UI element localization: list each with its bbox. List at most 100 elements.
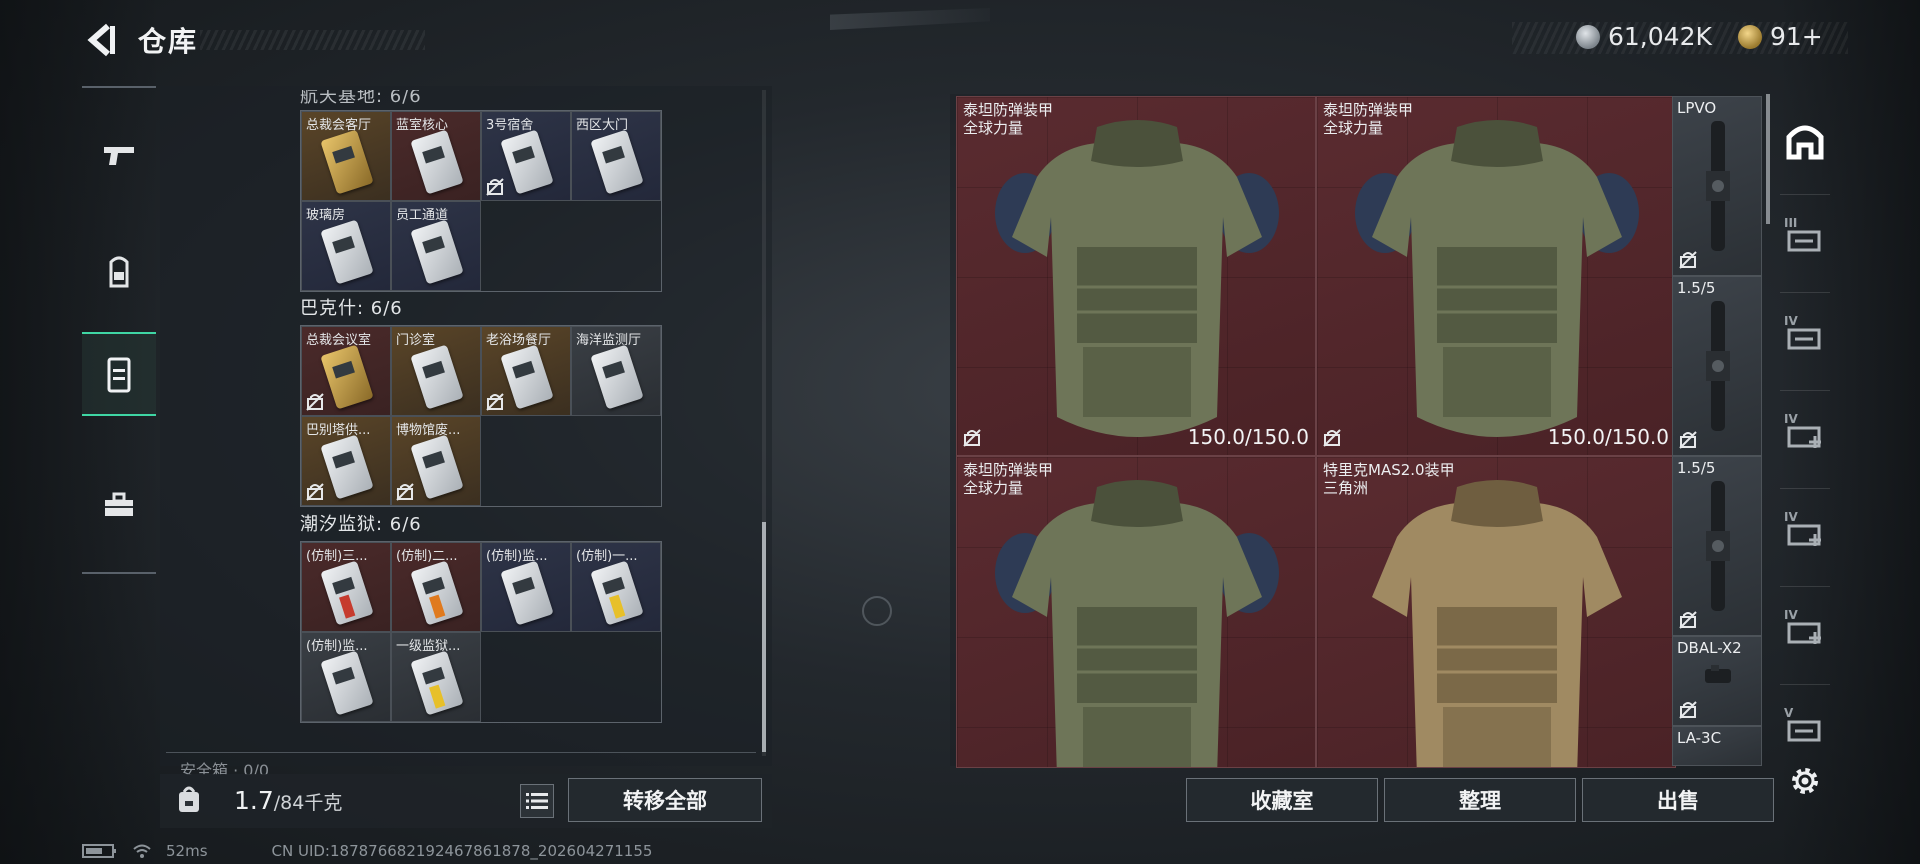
key-card-slot[interactable]: (仿制)监... [481, 542, 571, 632]
key-card-label: 3号宿舍 [486, 118, 534, 133]
silver-coin-icon [1576, 24, 1600, 49]
tab-toolbox[interactable] [82, 468, 156, 542]
key-card-label: 门诊室 [396, 333, 436, 348]
stash-page-tab[interactable]: IV [1778, 606, 1832, 660]
key-card-slot[interactable]: (仿制)监... [301, 632, 391, 722]
stash-home-tab[interactable] [1778, 116, 1832, 170]
armor-name-block: 泰坦防弹装甲 全球力量 [963, 461, 1053, 497]
armor-faction: 全球力量 [1323, 119, 1384, 137]
key-card-icon [320, 344, 374, 410]
key-card-label: 总裁会议室 [306, 333, 372, 348]
stash-page-tab[interactable]: IV [1778, 508, 1832, 562]
key-card-slot[interactable]: 员工通道 [391, 201, 481, 291]
armor-vest-icon [1347, 117, 1647, 451]
key-card-slot[interactable]: 西区大门 [571, 111, 661, 201]
key-card-label: 老浴场餐厅 [486, 333, 552, 348]
key-card-slot[interactable]: 总裁会议室 [301, 326, 391, 416]
armor-vest-icon [987, 477, 1287, 767]
back-button[interactable] [80, 18, 124, 62]
currency-silver[interactable]: 61,042K [1576, 22, 1712, 51]
key-card-slot[interactable]: 玻璃房 [301, 201, 391, 291]
currency-gold[interactable]: 91+ [1738, 22, 1823, 51]
key-card-label: 博物馆废... [396, 423, 461, 438]
settings-button[interactable] [1778, 754, 1832, 808]
key-card-slot[interactable]: 一级监狱... [391, 632, 481, 722]
key-card-icon [590, 560, 644, 626]
stash-page-tab[interactable]: III [1778, 214, 1832, 268]
attachment-item[interactable]: LA-3C [1672, 726, 1762, 766]
attachment-name: LPVO [1677, 99, 1717, 117]
key-card-slot[interactable]: 海洋监测厅 [571, 326, 661, 416]
no-insure-lock-icon [963, 429, 981, 447]
key-card-slot[interactable]: 门诊室 [391, 326, 481, 416]
key-card-icon [500, 344, 554, 410]
armor-name-block: 泰坦防弹装甲 全球力量 [963, 101, 1053, 137]
no-insure-lock-icon [1679, 431, 1697, 449]
armor-item[interactable]: 泰坦防弹装甲 全球力量 150.0/150.0 [956, 96, 1316, 456]
key-card-slot[interactable]: 老浴场餐厅 [481, 326, 571, 416]
key-card-icon [500, 129, 554, 195]
stash-page-tab[interactable]: V [1778, 704, 1832, 758]
key-card-slot[interactable]: (仿制)三... [301, 542, 391, 632]
weight-readout: 1.7/84千克 [234, 786, 342, 815]
pistol-icon [104, 147, 134, 165]
tab-weapons[interactable] [82, 118, 156, 192]
rail-divider [1780, 684, 1830, 685]
stash-scroll-thumb[interactable] [1766, 94, 1770, 224]
armor-item[interactable]: 特里克MAS2.0装甲 三角洲 [1316, 456, 1676, 768]
key-card-label: 总裁会客厅 [306, 118, 372, 133]
ping-readout: 52ms [166, 842, 208, 860]
sell-button[interactable]: 出售 [1582, 778, 1774, 822]
scope-icon [1703, 121, 1733, 255]
key-card-slot[interactable]: 博物馆废... [391, 416, 481, 506]
key-card-slot[interactable]: 巴别塔供... [301, 416, 391, 506]
scope-icon [1703, 481, 1733, 615]
attachment-item[interactable]: DBAL-X2 [1672, 636, 1762, 726]
armor-name-block: 特里克MAS2.0装甲 三角洲 [1323, 461, 1455, 497]
rail-divider [1780, 586, 1830, 587]
key-card-label: (仿制)一... [576, 549, 638, 564]
attachment-item[interactable]: 1.5/5 [1672, 456, 1762, 636]
armor-name: 泰坦防弹装甲 [963, 461, 1054, 479]
key-card-slot[interactable]: 3号宿舍 [481, 111, 571, 201]
attachment-item[interactable]: LPVO [1672, 96, 1762, 276]
key-card-slot[interactable]: 蓝室核心 [391, 111, 481, 201]
key-card-slot[interactable]: 总裁会客厅 [301, 111, 391, 201]
collection-room-button[interactable]: 收藏室 [1186, 778, 1378, 822]
no-insure-lock-icon [1323, 429, 1341, 447]
attachment-name: DBAL-X2 [1677, 639, 1742, 657]
tab-safe-box[interactable] [82, 332, 156, 416]
armor-item[interactable]: 泰坦防弹装甲 全球力量 [956, 456, 1316, 768]
sort-button[interactable]: 整理 [1384, 778, 1576, 822]
back-arrow-icon [87, 23, 115, 57]
scope-icon [1703, 661, 1733, 695]
list-icon [526, 793, 548, 809]
key-card-slot[interactable]: (仿制)一... [571, 542, 661, 632]
container-scroll-thumb[interactable] [762, 522, 766, 752]
key-card-icon [410, 129, 464, 195]
tab-backpack[interactable] [82, 234, 156, 308]
stash-page-tab[interactable]: IV [1778, 312, 1832, 366]
card-grid-aerospace: 总裁会客厅 蓝室核心 3号宿舍 西区大门玻璃房 员工通道 [300, 110, 662, 292]
backpack-icon [109, 256, 129, 288]
weight-current: 1.7 [234, 786, 274, 815]
scope-icon [1703, 301, 1733, 435]
list-view-button[interactable] [520, 784, 554, 818]
attachment-item[interactable]: 1.5/5 [1672, 276, 1762, 456]
rail-divider [1780, 488, 1830, 489]
armor-name-block: 泰坦防弹装甲 全球力量 [1323, 101, 1413, 137]
key-card-icon [410, 650, 464, 716]
armor-item[interactable]: 泰坦防弹装甲 全球力量 150.0/150.0 [1316, 96, 1676, 456]
key-card-label: 海洋监测厅 [576, 333, 642, 348]
transfer-all-button[interactable]: 转移全部 [568, 778, 762, 822]
top-decoration [830, 8, 990, 30]
stash-page-tab[interactable]: IV [1778, 410, 1832, 464]
weight-capacity: /84千克 [273, 792, 343, 814]
key-card-label: (仿制)三... [306, 549, 368, 564]
stash-tier-label: IV [1784, 510, 1798, 524]
key-card-icon [410, 219, 464, 285]
key-card-icon [410, 434, 464, 500]
no-insure-lock-icon [486, 393, 504, 411]
key-card-slot[interactable]: (仿制)二... [391, 542, 481, 632]
no-insure-lock-icon [486, 178, 504, 196]
